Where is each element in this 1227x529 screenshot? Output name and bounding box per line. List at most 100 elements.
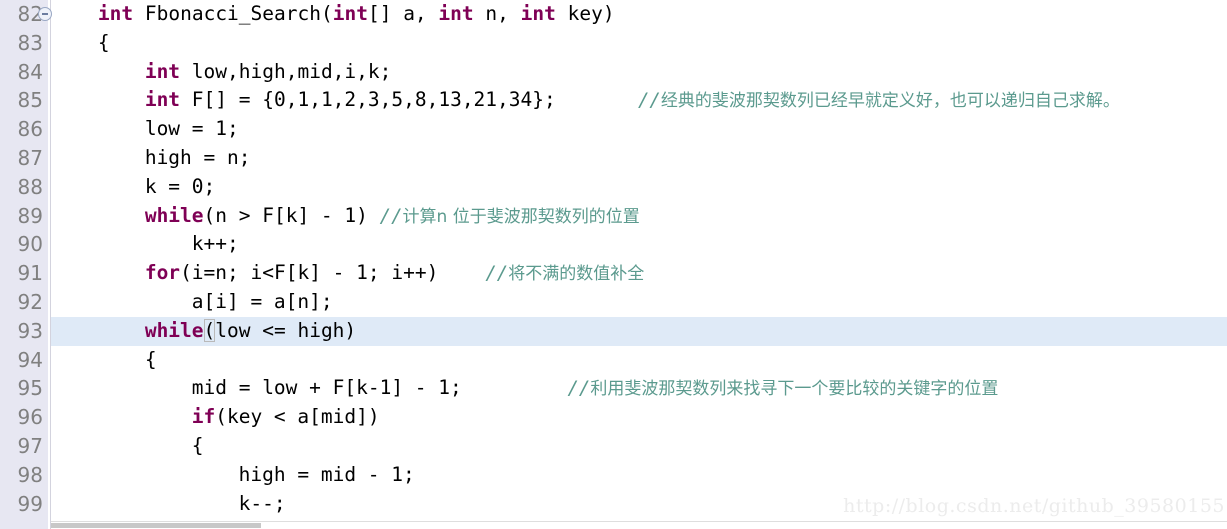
code-text: high = mid - 1; [238, 462, 415, 486]
gutter-row[interactable]: 95 [0, 374, 48, 403]
code-line-content: while(low <= high) [145, 317, 356, 346]
code-text: { [144, 347, 157, 371]
code-line-content: a[i] = a[n]; [192, 288, 333, 317]
code-keyword: int [520, 2, 556, 25]
code-line[interactable]: { [51, 432, 1227, 461]
code-content-area[interactable]: int Fbonacci_Search(int[] a, int n, int … [51, 0, 1227, 529]
code-editor: int Fbonacci_Search(int[] a, int n, int … [0, 0, 1227, 529]
code-text: low <= high) [215, 318, 357, 342]
comment-slashes: // [567, 377, 591, 400]
line-number-list: 828384858687888990919293949596979899100 [0, 0, 52, 529]
gutter-row[interactable]: 91 [0, 259, 48, 288]
code-line-content: while(n > F[k] - 1) //计算n 位于斐波那契数列的位置 [145, 202, 640, 232]
code-line[interactable]: int Fbonacci_Search(int[] a, int n, int … [51, 0, 1227, 29]
code-text: { [97, 30, 110, 54]
code-line[interactable]: k = 0; [51, 173, 1227, 202]
code-line[interactable]: { [51, 346, 1227, 375]
fold-collapse-icon[interactable] [38, 7, 52, 21]
code-text: low = 1; [144, 117, 239, 141]
code-text: n, [473, 2, 521, 25]
gutter-row[interactable]: 82 [0, 0, 52, 29]
gutter-row[interactable]: 92 [0, 288, 48, 317]
comment-body: 经典的斐波那契数列已经早就定义好，也可以递归自己求解。 [660, 91, 1120, 112]
horizontal-scrollbar[interactable] [51, 521, 1227, 529]
gutter-row[interactable]: 87 [0, 144, 48, 173]
code-line[interactable]: while(n > F[k] - 1) //计算n 位于斐波那契数列的位置 [51, 202, 1227, 231]
code-line-content: high = n; [145, 144, 251, 173]
code-text: (i=n; i<F[k] - 1; i++) [180, 261, 439, 285]
code-keyword: int [438, 2, 474, 25]
gutter-row[interactable]: 85 [0, 86, 48, 115]
line-number: 95 [17, 376, 43, 401]
code-keyword: while [144, 203, 204, 227]
code-keyword: int [97, 2, 134, 25]
code-keyword: int [144, 88, 181, 112]
code-keyword: if [191, 405, 216, 429]
line-number: 84 [17, 59, 43, 84]
code-text: key) [555, 2, 615, 25]
code-text: high = n; [144, 145, 251, 169]
code-line-content: low = 1; [145, 115, 239, 144]
code-line-content: k++; [192, 230, 239, 259]
line-number: 98 [17, 462, 43, 487]
gutter-row[interactable]: 93 [0, 317, 48, 346]
code-line[interactable]: if(key < a[mid]) [51, 403, 1227, 432]
code-keyword: while [144, 318, 204, 342]
code-line-content: { [192, 432, 204, 461]
code-text: (n > F[k] - 1) [203, 203, 380, 227]
line-number: 94 [17, 347, 43, 372]
line-number: 87 [17, 145, 43, 170]
horizontal-scroll-thumb[interactable] [51, 523, 261, 528]
gutter-row[interactable]: 84 [0, 58, 48, 87]
line-number: 92 [17, 289, 43, 314]
line-number: 99 [17, 491, 43, 516]
code-comment: //经典的斐波那契数列已经早就定义好，也可以递归自己求解。 [638, 89, 1120, 112]
code-line[interactable]: high = mid - 1; [51, 461, 1227, 490]
code-line[interactable]: a[i] = a[n]; [51, 288, 1227, 317]
gutter-row[interactable]: 96 [0, 403, 48, 432]
gutter-row[interactable]: 86 [0, 115, 48, 144]
code-line[interactable]: mid = low + F[k-1] - 1; //利用斐波那契数列来找寻下一个… [51, 374, 1227, 403]
code-text: F[] = {0,1,1,2,3,5,8,13,21,34}; [180, 88, 556, 112]
gutter-row[interactable]: 90 [0, 230, 48, 259]
comment-body: 计算n 位于斐波那契数列的位置 [402, 206, 640, 227]
code-text: k = 0; [144, 174, 216, 198]
code-line-content: int Fbonacci_Search(int[] a, int n, int … [98, 0, 615, 29]
code-text: Fbonacci_Search( [133, 2, 333, 25]
code-keyword: int [144, 59, 181, 83]
code-line-content: { [98, 29, 110, 58]
code-comment: //计算n 位于斐波那契数列的位置 [380, 205, 640, 227]
gutter-row[interactable]: 98 [0, 461, 48, 490]
comment-slashes: // [485, 262, 509, 285]
line-number: 85 [17, 88, 43, 113]
code-line[interactable]: k++; [51, 230, 1227, 259]
code-text: (key < a[mid]) [215, 405, 380, 429]
gutter-row[interactable]: 89 [0, 202, 48, 231]
code-line[interactable]: { [51, 29, 1227, 58]
gutter-row[interactable]: 88 [0, 173, 48, 202]
code-comment: //将不满的数值补全 [485, 262, 644, 285]
bracket-match-highlight: ( [203, 318, 216, 342]
line-number: 89 [17, 203, 43, 228]
code-line[interactable]: int low,high,mid,i,k; [51, 58, 1227, 87]
gutter-row[interactable]: 99 [0, 490, 48, 519]
code-text: mid = low + F[k-1] - 1; [191, 376, 462, 400]
code-line-current[interactable]: while(low <= high) [51, 316, 1227, 346]
gutter-row[interactable]: 94 [0, 346, 48, 375]
code-line[interactable]: for(i=n; i<F[k] - 1; i++) //将不满的数值补全 [51, 259, 1227, 288]
code-text: [] a, [367, 2, 439, 25]
line-number: 96 [17, 405, 43, 430]
gutter-row[interactable]: 83 [0, 29, 48, 58]
line-number: 97 [17, 433, 43, 458]
gutter-row[interactable]: 97 [0, 432, 48, 461]
code-line-content: k = 0; [145, 173, 215, 202]
code-line[interactable]: high = n; [51, 144, 1227, 173]
code-text: low,high,mid,i,k; [180, 59, 392, 83]
code-line[interactable]: int F[] = {0,1,1,2,3,5,8,13,21,34}; //经典… [51, 86, 1227, 115]
line-number: 83 [17, 30, 43, 55]
code-line[interactable]: low = 1; [51, 115, 1227, 144]
gutter-divider [50, 0, 51, 529]
